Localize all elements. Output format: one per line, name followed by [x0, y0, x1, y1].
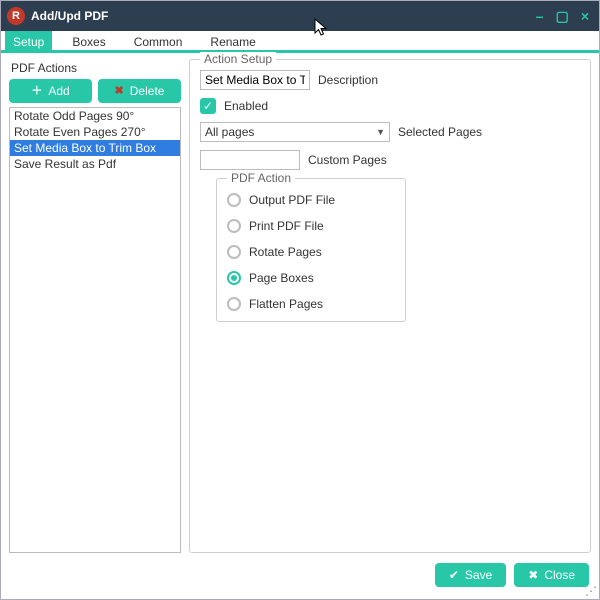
- pdf-actions-title: PDF Actions: [9, 59, 181, 79]
- list-item[interactable]: Rotate Odd Pages 90°: [10, 108, 180, 124]
- content-area: PDF Actions ＋ Add ✖ Delete Rotate Odd Pa…: [1, 53, 599, 553]
- delete-icon: ✖: [115, 86, 124, 97]
- radio-page-boxes[interactable]: Page Boxes: [227, 265, 395, 291]
- window-title: Add/Upd PDF: [31, 9, 536, 23]
- custom-pages-label: Custom Pages: [308, 153, 387, 167]
- selected-pages-label: Selected Pages: [398, 125, 482, 139]
- save-button[interactable]: ✔ Save: [435, 563, 506, 587]
- description-row: Description: [200, 70, 580, 90]
- pdf-action-group: PDF Action Output PDF File Print PDF Fil…: [216, 178, 406, 322]
- radio-icon: [227, 193, 241, 207]
- add-action-button[interactable]: ＋ Add: [9, 79, 92, 103]
- restore-button[interactable]: ▢: [556, 8, 569, 25]
- check-icon: ✔: [449, 568, 459, 582]
- tab-setup[interactable]: Setup: [5, 31, 52, 50]
- radio-icon: [227, 297, 241, 311]
- enabled-row: ✓ Enabled: [200, 98, 580, 114]
- list-item[interactable]: Save Result as Pdf: [10, 156, 180, 172]
- radio-label: Rotate Pages: [249, 245, 322, 259]
- radio-label: Print PDF File: [249, 219, 324, 233]
- radio-icon: [227, 245, 241, 259]
- radio-flatten-pages[interactable]: Flatten Pages: [227, 291, 395, 317]
- pages-select[interactable]: All pages ▼: [200, 122, 390, 142]
- description-input[interactable]: [200, 70, 310, 90]
- radio-label: Page Boxes: [249, 271, 314, 285]
- enabled-checkbox[interactable]: ✓: [200, 98, 216, 114]
- tab-common[interactable]: Common: [126, 31, 191, 50]
- footer: ✔ Save ✖ Close ⋰: [1, 553, 599, 599]
- add-button-label: Add: [48, 84, 69, 98]
- app-window: R Add/Upd PDF – ▢ × Setup Boxes Common R…: [0, 0, 600, 600]
- list-item[interactable]: Set Media Box to Trim Box: [10, 140, 180, 156]
- action-buttons-row: ＋ Add ✖ Delete: [9, 79, 181, 103]
- window-control-group: – ▢ ×: [536, 8, 593, 25]
- radio-rotate-pages[interactable]: Rotate Pages: [227, 239, 395, 265]
- radio-icon: [227, 219, 241, 233]
- custom-pages-input[interactable]: [200, 150, 300, 170]
- radio-print-pdf[interactable]: Print PDF File: [227, 213, 395, 239]
- minimize-button[interactable]: –: [536, 8, 544, 25]
- resize-grip-icon[interactable]: ⋰: [585, 585, 597, 597]
- radio-label: Output PDF File: [249, 193, 335, 207]
- list-item[interactable]: Rotate Even Pages 270°: [10, 124, 180, 140]
- tab-boxes[interactable]: Boxes: [64, 31, 113, 50]
- actions-listbox[interactable]: Rotate Odd Pages 90° Rotate Even Pages 2…: [9, 107, 181, 553]
- app-logo-icon: R: [7, 7, 25, 25]
- close-button[interactable]: ✖ Close: [514, 563, 589, 587]
- radio-output-pdf[interactable]: Output PDF File: [227, 187, 395, 213]
- chevron-down-icon: ▼: [376, 127, 385, 137]
- radio-label: Flatten Pages: [249, 297, 323, 311]
- action-setup-group: Action Setup Description ✓ Enabled All p…: [189, 59, 591, 553]
- radio-icon: [227, 271, 241, 285]
- setup-panel: Action Setup Description ✓ Enabled All p…: [189, 59, 591, 553]
- pdf-action-legend: PDF Action: [227, 171, 295, 185]
- save-button-label: Save: [465, 568, 492, 582]
- titlebar[interactable]: R Add/Upd PDF – ▢ ×: [1, 1, 599, 31]
- pdf-actions-panel: PDF Actions ＋ Add ✖ Delete Rotate Odd Pa…: [9, 59, 181, 553]
- close-window-button[interactable]: ×: [581, 8, 589, 25]
- delete-action-button[interactable]: ✖ Delete: [98, 79, 181, 103]
- enabled-label: Enabled: [224, 99, 268, 113]
- selected-pages-row: All pages ▼ Selected Pages: [200, 122, 580, 142]
- delete-button-label: Delete: [130, 84, 165, 98]
- close-icon: ✖: [528, 568, 538, 582]
- tab-rename[interactable]: Rename: [202, 31, 263, 50]
- custom-pages-row: Custom Pages: [200, 150, 580, 170]
- action-setup-legend: Action Setup: [200, 52, 276, 66]
- description-label: Description: [318, 73, 378, 87]
- plus-icon: ＋: [31, 86, 42, 97]
- pages-select-value: All pages: [205, 125, 254, 139]
- close-button-label: Close: [544, 568, 575, 582]
- tab-bar: Setup Boxes Common Rename: [1, 31, 599, 53]
